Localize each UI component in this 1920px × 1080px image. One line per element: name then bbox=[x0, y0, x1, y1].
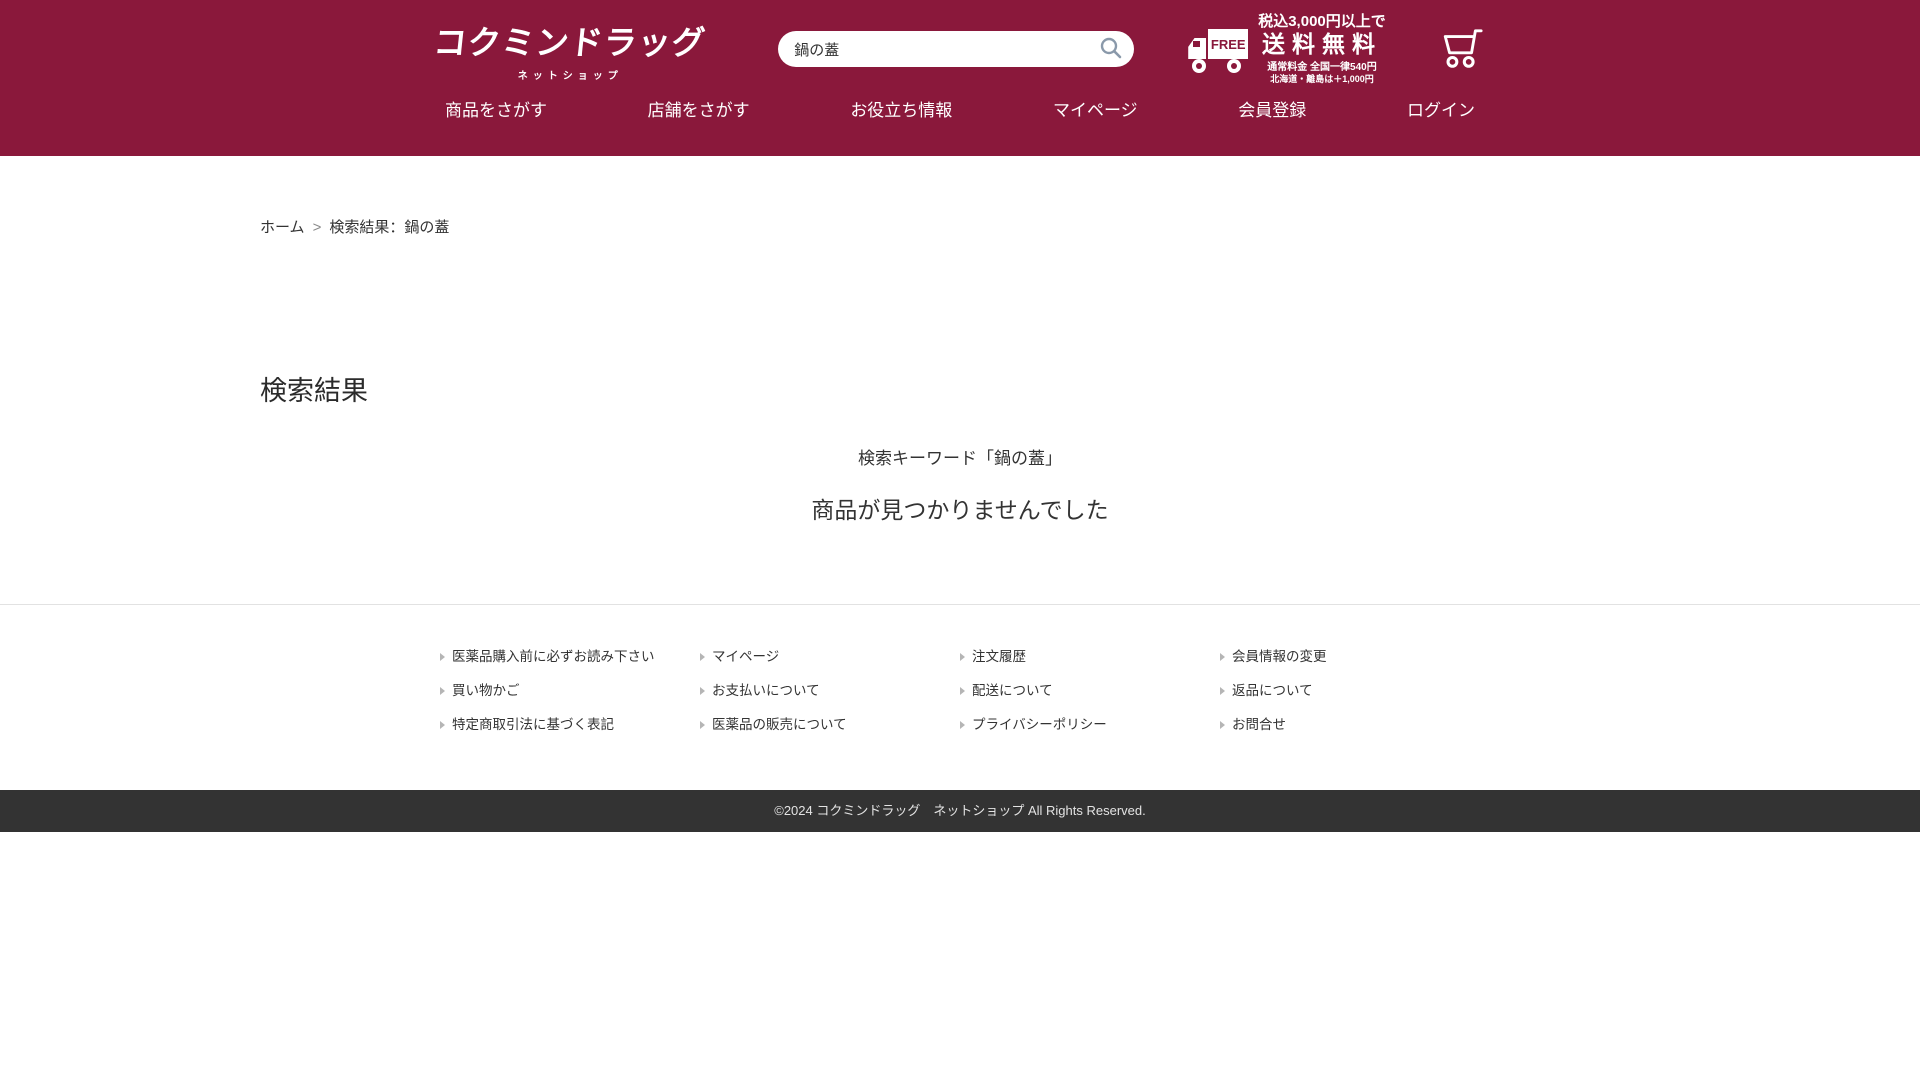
footer-link-member-info-change[interactable]: 会員情報の変更 bbox=[1220, 649, 1480, 664]
footer-link-returns-info[interactable]: 返品について bbox=[1220, 683, 1480, 698]
breadcrumb-current: 検索結果：鍋の蓋 bbox=[329, 219, 449, 236]
nav-item-useful-info[interactable]: お役立ち情報 bbox=[850, 96, 952, 121]
shipping-remote-fee: 北海道・離島は＋1,000円 bbox=[1258, 74, 1386, 84]
footer-link-my-page[interactable]: マイページ bbox=[700, 649, 960, 664]
chevron-right-icon bbox=[700, 687, 705, 695]
footer-column-3: 注文履歴 配送について プライバシーポリシー bbox=[960, 649, 1220, 732]
chevron-right-icon bbox=[1220, 687, 1225, 695]
site-header: コクミンドラッグ ネットショップ FREE 税 bbox=[0, 0, 1920, 156]
shipping-text: 税込3,000円以上で 送料無料 通常料金 全国一律540円 北海道・離島は＋1… bbox=[1258, 13, 1386, 85]
main-content: ホーム > 検索結果：鍋の蓋 検索結果 検索キーワード「鍋の蓋」 商品が見つかりませ… bbox=[0, 156, 1920, 604]
shipping-threshold: 税込3,000円以上で bbox=[1258, 13, 1386, 30]
site-footer: 医薬品購入前に必ずお読み下さい 買い物かご 特定商取引法に基づく表記 マイページ… bbox=[0, 604, 1920, 832]
footer-links-section: 医薬品購入前に必ずお読み下さい 買い物かご 特定商取引法に基づく表記 マイページ… bbox=[0, 604, 1920, 790]
footer-link-shopping-cart[interactable]: 買い物かご bbox=[440, 683, 700, 698]
footer-column-1: 医薬品購入前に必ずお読み下さい 買い物かご 特定商取引法に基づく表記 bbox=[440, 649, 700, 732]
search-icon bbox=[1099, 48, 1123, 63]
footer-link-contact[interactable]: お問合せ bbox=[1220, 717, 1480, 732]
footer-link-order-history[interactable]: 注文履歴 bbox=[960, 649, 1220, 664]
chevron-right-icon bbox=[700, 721, 705, 729]
chevron-right-icon bbox=[440, 653, 445, 661]
breadcrumb: ホーム > 検索結果：鍋の蓋 bbox=[260, 156, 1660, 237]
copyright-text: ©2024 コクミンドラッグ ネットショップ All Rights Reserv… bbox=[774, 803, 1146, 818]
footer-link-legal-notice[interactable]: 特定商取引法に基づく表記 bbox=[440, 717, 700, 732]
logo-title: コクミンドラッグ bbox=[432, 16, 709, 64]
footer-column-2: マイページ お支払いについて 医薬品の販売について bbox=[700, 649, 960, 732]
no-results-message: 商品が見つかりませんでした bbox=[260, 491, 1660, 525]
nav-item-my-page[interactable]: マイページ bbox=[1053, 96, 1138, 121]
breadcrumb-home-link[interactable]: ホーム bbox=[260, 219, 305, 236]
breadcrumb-separator: > bbox=[313, 219, 322, 236]
truck-free-label: FREE bbox=[1211, 37, 1246, 52]
shipping-free-label: 送料無料 bbox=[1258, 31, 1386, 57]
free-shipping-banner: FREE 税込3,000円以上で 送料無料 通常料金 全国一律540円 北海道・… bbox=[1188, 13, 1386, 85]
chevron-right-icon bbox=[960, 721, 965, 729]
nav-item-login[interactable]: ログイン bbox=[1407, 96, 1475, 121]
main-nav: 商品をさがす 店舗をさがす お役立ち情報 マイページ 会員登録 ログイン bbox=[445, 96, 1475, 121]
search-input[interactable] bbox=[778, 31, 1134, 67]
site-logo[interactable]: コクミンドラッグ ネットショップ bbox=[434, 16, 706, 82]
footer-link-privacy-policy[interactable]: プライバシーポリシー bbox=[960, 717, 1220, 732]
chevron-right-icon bbox=[1220, 721, 1225, 729]
chevron-right-icon bbox=[700, 653, 705, 661]
footer-column-4: 会員情報の変更 返品について お問合せ bbox=[1220, 649, 1480, 732]
cart-button[interactable] bbox=[1438, 26, 1486, 73]
chevron-right-icon bbox=[440, 721, 445, 729]
nav-item-product-search[interactable]: 商品をさがす bbox=[445, 96, 547, 121]
shipping-normal-fee: 通常料金 全国一律540円 bbox=[1258, 62, 1386, 74]
search-button[interactable] bbox=[1098, 36, 1124, 62]
chevron-right-icon bbox=[960, 653, 965, 661]
cart-icon bbox=[1438, 58, 1486, 73]
footer-link-medicine-sales-info[interactable]: 医薬品の販売について bbox=[700, 717, 960, 732]
nav-item-member-registration[interactable]: 会員登録 bbox=[1238, 96, 1306, 121]
chevron-right-icon bbox=[960, 687, 965, 695]
copyright-bar: ©2024 コクミンドラッグ ネットショップ All Rights Reserv… bbox=[0, 790, 1920, 832]
truck-icon: FREE bbox=[1188, 25, 1248, 73]
chevron-right-icon bbox=[440, 687, 445, 695]
logo-subtitle: ネットショップ bbox=[434, 67, 706, 82]
nav-item-store-search[interactable]: 店舗をさがす bbox=[648, 96, 750, 121]
header-top-row: コクミンドラッグ ネットショップ FREE 税 bbox=[0, 0, 1920, 78]
page-title: 検索結果 bbox=[260, 369, 1660, 408]
footer-link-payment-info[interactable]: お支払いについて bbox=[700, 683, 960, 698]
search-keyword-line: 検索キーワード「鍋の蓋」 bbox=[260, 444, 1660, 469]
search-box bbox=[778, 31, 1134, 67]
footer-link-delivery-info[interactable]: 配送について bbox=[960, 683, 1220, 698]
footer-link-medicine-purchase-notice[interactable]: 医薬品購入前に必ずお読み下さい bbox=[440, 649, 700, 664]
chevron-right-icon bbox=[1220, 653, 1225, 661]
